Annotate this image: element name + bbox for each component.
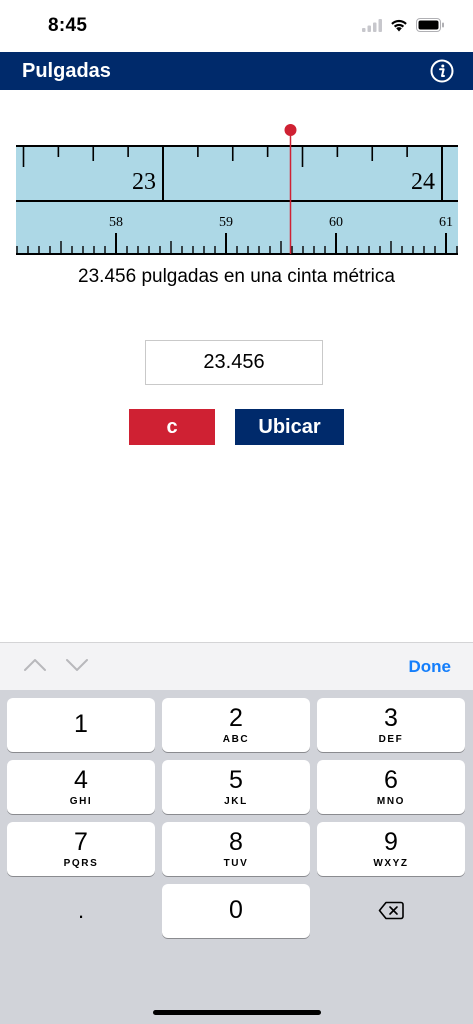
inch-label: 23: [132, 169, 156, 195]
keyboard-accessory-bar: Done: [0, 642, 473, 690]
home-indicator: [153, 1010, 321, 1015]
cm-label: 59: [219, 215, 233, 230]
key-8[interactable]: 8 TUV: [162, 822, 310, 876]
chevron-up-icon[interactable]: [24, 659, 46, 671]
inch-label: 24: [411, 169, 435, 195]
nav-bar: Pulgadas: [0, 52, 473, 90]
cm-label: 61: [439, 215, 453, 230]
info-icon[interactable]: [430, 59, 454, 83]
key-4[interactable]: 4 GHI: [7, 760, 155, 814]
done-button[interactable]: Done: [409, 657, 452, 677]
battery-icon: [416, 18, 444, 32]
page-title: Pulgadas: [22, 60, 111, 82]
key-decimal[interactable]: .: [7, 884, 155, 938]
numeric-keypad: 1 2 ABC 3 DEF 4 GHI 5 JKL 6 MNO 7 PQRS 8…: [0, 690, 473, 1024]
wifi-icon: [391, 19, 407, 31]
clear-button[interactable]: c: [129, 409, 215, 445]
chevron-down-icon[interactable]: [66, 659, 88, 671]
key-9[interactable]: 9 WXYZ: [317, 822, 465, 876]
locate-button[interactable]: Ubicar: [235, 409, 344, 445]
measurement-caption: 23.456 pulgadas en una cinta métrica: [78, 266, 395, 287]
status-time: 8:45: [48, 15, 88, 36]
position-marker-dot[interactable]: [284, 124, 297, 136]
key-3[interactable]: 3 DEF: [317, 698, 465, 752]
status-icons: [362, 18, 445, 32]
status-bar: 8:45: [0, 0, 473, 52]
key-6[interactable]: 6 MNO: [317, 760, 465, 814]
signal-icon: [362, 18, 382, 32]
backspace-icon: [378, 901, 404, 920]
key-0[interactable]: 0: [162, 884, 310, 938]
key-7[interactable]: 7 PQRS: [7, 822, 155, 876]
cm-label: 60: [329, 215, 343, 230]
key-5[interactable]: 5 JKL: [162, 760, 310, 814]
key-2[interactable]: 2 ABC: [162, 698, 310, 752]
backspace-key[interactable]: [317, 884, 465, 938]
inch-value-input[interactable]: [145, 340, 323, 385]
tape-measure: 23 24 58 59 60 61: [16, 124, 458, 255]
cm-label: 58: [109, 215, 123, 230]
key-1[interactable]: 1: [7, 698, 155, 752]
